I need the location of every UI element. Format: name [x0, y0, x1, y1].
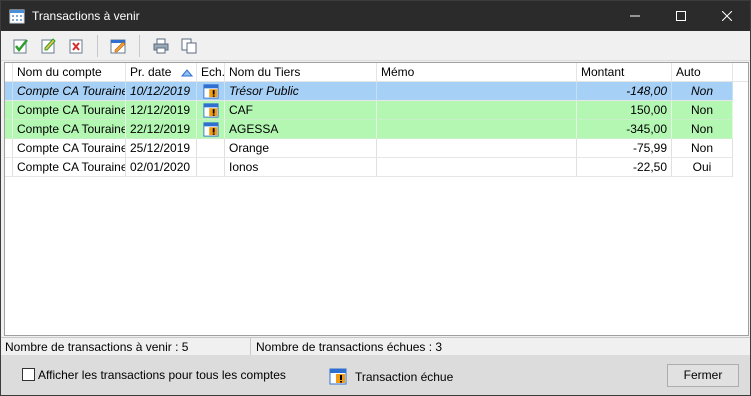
- amount-cell: -148,00: [577, 82, 672, 101]
- account-cell: Compte CA Touraine: [13, 139, 126, 158]
- account-cell: Compte CA Touraine: [13, 120, 126, 139]
- print-icon: [153, 38, 169, 54]
- auto-cell: Non: [672, 82, 733, 101]
- row-indicator: [5, 120, 13, 139]
- minimize-icon: [630, 15, 640, 17]
- auto-cell: Non: [672, 139, 733, 158]
- memo-cell: [377, 120, 577, 139]
- calendar-edit-icon: [110, 39, 126, 54]
- column-header-memo[interactable]: Mémo: [377, 63, 577, 82]
- row-indicator: [5, 101, 13, 120]
- column-header-due[interactable]: Ech.: [197, 63, 225, 82]
- due-cell: [197, 82, 225, 101]
- due-cell: [197, 120, 225, 139]
- column-header-date[interactable]: Pr. date: [126, 63, 197, 82]
- column-header-payee[interactable]: Nom du Tiers: [225, 63, 377, 82]
- column-header-date-label: Pr. date: [130, 65, 172, 79]
- transactions-window: Transactions à venir Nom du compte Pr. d…: [0, 0, 751, 396]
- toolbar-separator: [97, 35, 98, 57]
- minimize-button[interactable]: [612, 1, 658, 31]
- payee-cell: Orange: [225, 139, 377, 158]
- payee-cell: AGESSA: [225, 120, 377, 139]
- table-row[interactable]: Compte CA Touraine 10/12/2019 Trésor Publi…: [5, 82, 733, 101]
- status-due-count: Nombre de transactions échues : 3: [256, 340, 443, 354]
- row-indicator: [5, 82, 13, 101]
- calendar-icon: [9, 9, 25, 24]
- footer: Afficher les transactions pour tous les …: [1, 355, 750, 395]
- due-cell: [197, 139, 225, 158]
- table-row[interactable]: Compte CA Touraine 25/12/2019 Orange -75,99…: [5, 139, 733, 158]
- table-row[interactable]: Compte CA Touraine 22/12/2019 AGESSA -345,0…: [5, 120, 733, 139]
- memo-cell: [377, 158, 577, 177]
- payee-cell: Ionos: [225, 158, 377, 177]
- show-all-accounts-label[interactable]: Afficher les transactions pour tous les …: [38, 368, 286, 382]
- title-bar[interactable]: Transactions à venir: [1, 1, 750, 31]
- payee-cell: Trésor Public: [225, 82, 377, 101]
- sort-ascending-icon: [180, 69, 193, 77]
- date-cell: 25/12/2019: [126, 139, 197, 158]
- toolbar-separator: [139, 35, 140, 57]
- date-cell: 10/12/2019: [126, 82, 197, 101]
- column-header-account[interactable]: Nom du compte: [13, 63, 126, 82]
- copy-button[interactable]: [179, 36, 199, 56]
- due-cell: [197, 158, 225, 177]
- validate-button[interactable]: [11, 36, 31, 56]
- row-indicator: [5, 139, 13, 158]
- account-cell: Compte CA Touraine: [13, 101, 126, 120]
- delete-button[interactable]: [67, 36, 87, 56]
- due-cell: [197, 101, 225, 120]
- status-upcoming-count: Nombre de transactions à venir : 5: [1, 338, 251, 356]
- delete-icon: [69, 39, 83, 54]
- toolbar: [1, 31, 750, 61]
- grid-header: Nom du compte Pr. date Ech. Nom du Tiers…: [5, 63, 748, 82]
- auto-cell: Non: [672, 120, 733, 139]
- row-indicator: [5, 158, 13, 177]
- calendar-edit-button[interactable]: [108, 36, 128, 56]
- close-button[interactable]: Fermer: [667, 364, 739, 387]
- account-cell: Compte CA Touraine: [13, 82, 126, 101]
- window-title: Transactions à venir: [32, 9, 140, 23]
- due-transaction-icon: [202, 84, 219, 99]
- row-indicator-header: [5, 63, 13, 82]
- memo-cell: [377, 82, 577, 101]
- transactions-grid[interactable]: Nom du compte Pr. date Ech. Nom du Tiers…: [4, 62, 749, 336]
- due-transaction-icon: [202, 103, 219, 118]
- due-transaction-icon: [329, 368, 347, 385]
- column-header-auto[interactable]: Auto: [672, 63, 733, 82]
- show-all-accounts-checkbox[interactable]: [22, 368, 35, 381]
- account-cell: Compte CA Touraine: [13, 158, 126, 177]
- auto-cell: Oui: [672, 158, 733, 177]
- amount-cell: -22,50: [577, 158, 672, 177]
- amount-cell: -75,99: [577, 139, 672, 158]
- amount-cell: -345,00: [577, 120, 672, 139]
- edit-icon: [41, 38, 56, 54]
- amount-cell: 150,00: [577, 101, 672, 120]
- copy-icon: [181, 38, 197, 54]
- column-header-amount[interactable]: Montant: [577, 63, 672, 82]
- date-cell: 02/01/2020: [126, 158, 197, 177]
- maximize-icon: [676, 11, 686, 21]
- table-row[interactable]: Compte CA Touraine 12/12/2019 CAF 150,00 Non: [5, 101, 733, 120]
- memo-cell: [377, 101, 577, 120]
- edit-button[interactable]: [39, 36, 59, 56]
- close-icon: [722, 11, 732, 21]
- due-transaction-icon: [202, 122, 219, 137]
- status-bar: Nombre de transactions à venir : 5 Nombr…: [1, 337, 750, 356]
- table-row[interactable]: Compte CA Touraine 02/01/2020 Ionos -22,50 O…: [5, 158, 733, 177]
- validate-icon: [13, 39, 28, 54]
- print-button[interactable]: [151, 36, 171, 56]
- memo-cell: [377, 139, 577, 158]
- maximize-button[interactable]: [658, 1, 704, 31]
- due-transaction-legend: Transaction échue: [355, 370, 454, 384]
- auto-cell: Non: [672, 101, 733, 120]
- payee-cell: CAF: [225, 101, 377, 120]
- date-cell: 22/12/2019: [126, 120, 197, 139]
- close-window-button[interactable]: [704, 1, 750, 31]
- date-cell: 12/12/2019: [126, 101, 197, 120]
